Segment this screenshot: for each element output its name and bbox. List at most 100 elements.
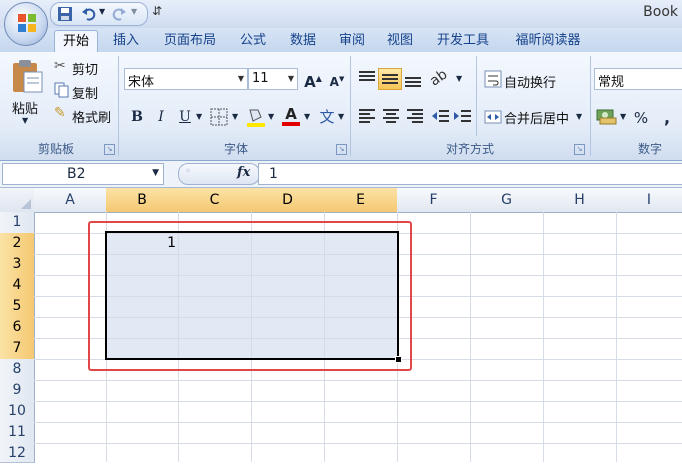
align-middle-icon (382, 74, 398, 84)
grow-font-button[interactable]: A▲ (300, 67, 326, 91)
tab-data[interactable]: 数据 (282, 30, 324, 52)
gridline (34, 422, 682, 423)
row-header-11[interactable]: 11 (0, 422, 35, 444)
orientation-icon[interactable]: ab (427, 66, 450, 89)
row-header-6[interactable]: 6 (0, 317, 35, 339)
ribbon-tab-bar: 开始 插入 页面布局 公式 数据 审阅 视图 开发工具 福昕阅读器 (0, 28, 682, 53)
redo-icon[interactable] (111, 6, 127, 22)
column-header-a[interactable]: A (34, 188, 107, 213)
row-header-2[interactable]: 2 (0, 233, 35, 255)
align-center-icon[interactable] (380, 106, 402, 126)
alignment-dialog-launcher-icon[interactable]: ↘ (574, 144, 585, 155)
tab-insert[interactable]: 插入 (104, 30, 148, 52)
window-title: Book (643, 4, 678, 20)
font-color-button[interactable]: A (280, 105, 302, 127)
font-dialog-launcher-icon[interactable]: ↘ (336, 144, 347, 155)
align-bottom-icon[interactable] (402, 68, 424, 90)
number-format-combo[interactable]: 常规 (594, 68, 682, 90)
font-color-dropdown-icon[interactable]: ▼ (304, 112, 310, 121)
copy-icon (54, 82, 69, 98)
currency-icon[interactable] (596, 106, 618, 126)
gridline (470, 212, 471, 462)
phonetic-button[interactable]: 文 (314, 105, 340, 129)
row-header-12[interactable]: 12 (0, 443, 35, 463)
undo-icon[interactable] (81, 6, 97, 22)
column-header-b[interactable]: B (106, 188, 179, 213)
phonetic-dropdown-icon[interactable]: ▼ (338, 112, 344, 121)
tab-home[interactable]: 开始 (54, 30, 98, 53)
cut-button[interactable]: 剪切 (72, 59, 98, 78)
tab-view[interactable]: 视图 (380, 30, 420, 52)
tab-developer[interactable]: 开发工具 (428, 30, 498, 52)
italic-button[interactable]: I (148, 105, 174, 129)
paste-dropdown-icon[interactable]: ▼ (22, 116, 28, 125)
font-size-combo[interactable]: 11 ▼ (248, 68, 298, 90)
row-header-1[interactable]: 1 (0, 212, 35, 234)
phonetic-label: 文 (319, 108, 335, 126)
insert-function-button[interactable]: fx (237, 165, 250, 180)
row-header-3[interactable]: 3 (0, 254, 35, 276)
shrink-font-button[interactable]: A▼ (324, 67, 350, 91)
percent-button[interactable]: % (628, 106, 654, 130)
handle-icon: ◦ (185, 166, 191, 177)
formula-input[interactable]: 1 (258, 163, 682, 185)
row-header-5[interactable]: 5 (0, 296, 35, 318)
chevron-down-icon[interactable]: ▼ (238, 74, 244, 83)
column-header-e[interactable]: E (324, 188, 398, 213)
format-painter-button[interactable]: 格式刷 (72, 107, 111, 126)
decrease-indent-icon[interactable] (430, 106, 450, 126)
save-icon[interactable] (57, 6, 73, 22)
orientation-dropdown-icon[interactable]: ▼ (456, 74, 462, 83)
bold-button[interactable]: B (124, 105, 150, 129)
tab-foxit-reader[interactable]: 福昕阅读器 (506, 30, 590, 52)
tab-review[interactable]: 审阅 (332, 30, 372, 52)
chevron-down-icon[interactable]: ▼ (288, 74, 294, 83)
align-top-icon[interactable] (356, 68, 378, 90)
currency-dropdown-icon[interactable]: ▼ (620, 112, 626, 121)
column-header-c[interactable]: C (178, 188, 252, 213)
column-header-i[interactable]: I (616, 188, 682, 213)
align-right-icon[interactable] (404, 106, 426, 126)
font-color-swatch (282, 122, 300, 126)
merge-center-button[interactable]: 合并后居中 (504, 108, 569, 127)
row-header-8[interactable]: 8 (0, 359, 35, 381)
borders-dropdown-icon[interactable]: ▼ (232, 112, 238, 121)
select-all-corner[interactable] (0, 188, 35, 213)
merge-dropdown-icon[interactable]: ▼ (576, 112, 582, 121)
underline-dropdown-icon[interactable]: ▼ (196, 112, 202, 121)
name-box-dropdown-icon[interactable]: ▼ (152, 168, 159, 178)
copy-button[interactable]: 复制 (72, 83, 98, 102)
increase-indent-icon[interactable] (452, 106, 472, 126)
clipboard-dialog-launcher-icon[interactable]: ↘ (104, 144, 115, 155)
undo-dropdown-icon[interactable]: ▼ (99, 7, 105, 16)
column-header-d[interactable]: D (251, 188, 325, 213)
paste-icon[interactable] (10, 58, 44, 94)
column-header-g[interactable]: G (470, 188, 544, 213)
paste-button[interactable]: 粘贴 (12, 98, 38, 117)
tab-page-layout[interactable]: 页面布局 (154, 30, 226, 52)
tab-formulas[interactable]: 公式 (232, 30, 274, 52)
row-header-9[interactable]: 9 (0, 380, 35, 402)
align-middle-button[interactable] (378, 68, 402, 90)
comma-button[interactable]: , (654, 106, 680, 130)
row-header-4[interactable]: 4 (0, 275, 35, 297)
column-header-h[interactable]: H (543, 188, 617, 213)
ribbon: 粘贴 ▼ ✂ 剪切 复制 ✎ 格式刷 剪贴板 ↘ 宋体 ▼ 11 ▼ A▲ A▼… (0, 52, 682, 161)
underline-button[interactable]: U (172, 105, 198, 129)
name-box[interactable]: B2 ▼ (2, 163, 164, 185)
font-color-label: A (285, 105, 297, 123)
font-name-combo[interactable]: 宋体 ▼ (124, 68, 248, 90)
fill-color-dropdown-icon[interactable]: ▼ (268, 112, 274, 121)
fill-color-icon[interactable] (246, 106, 266, 128)
redo-dropdown-icon[interactable]: ▼ (131, 7, 137, 16)
select-all-icon (21, 199, 31, 209)
row-header-7[interactable]: 7 (0, 338, 35, 360)
align-left-icon[interactable] (356, 106, 378, 126)
office-button[interactable] (4, 2, 48, 46)
wrap-text-button[interactable]: 自动换行 (504, 72, 556, 91)
borders-icon[interactable] (210, 108, 228, 126)
worksheet-grid[interactable]: A B C D E F G H I 1 2 3 4 5 6 7 8 9 10 1… (0, 188, 682, 463)
row-header-10[interactable]: 10 (0, 401, 35, 423)
column-header-f[interactable]: F (397, 188, 471, 213)
customize-qat-icon[interactable]: ⇵ (152, 4, 162, 18)
